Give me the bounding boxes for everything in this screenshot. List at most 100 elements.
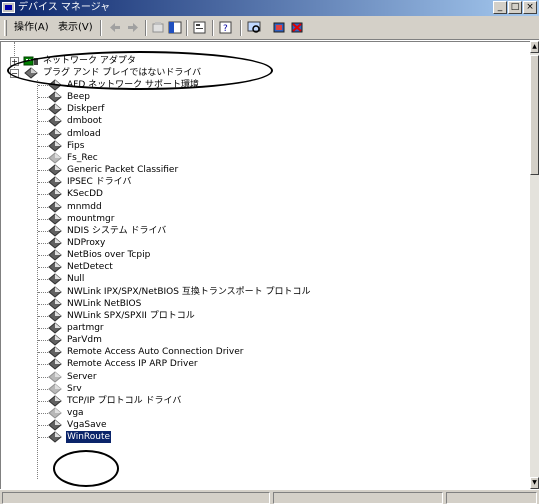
tree-driver-item[interactable]: Diskperf xyxy=(47,103,105,115)
tree-driver-item[interactable]: Remote Access Auto Connection Driver xyxy=(47,346,245,358)
tree-driver-item[interactable]: VgaSave xyxy=(47,419,107,431)
driver-icon xyxy=(48,237,62,249)
tree-driver-item[interactable]: Fs_Rec xyxy=(47,152,99,164)
driver-icon xyxy=(48,200,62,213)
status-bar xyxy=(0,489,539,504)
collapse-toggle[interactable]: − xyxy=(10,69,19,78)
tree-driver-item[interactable]: NDProxy xyxy=(47,237,106,249)
tree-driver-item[interactable]: mountmgr xyxy=(47,212,115,225)
tree-driver-item[interactable]: Generic Packet Classifier xyxy=(47,164,179,176)
tree-category-label: プラグ アンド プレイではないドライバ xyxy=(43,68,202,78)
driver-icon xyxy=(48,298,62,310)
help-icon[interactable]: ? xyxy=(219,21,233,34)
tree-driver-item[interactable]: Null xyxy=(47,273,85,286)
show-hide-tree-icon[interactable] xyxy=(168,21,182,34)
driver-icon xyxy=(48,419,62,431)
driver-label: NetBios over Tcpip xyxy=(67,250,151,261)
driver-label: Generic Packet Classifier xyxy=(67,165,179,176)
close-button[interactable]: × xyxy=(523,1,537,14)
scroll-down-button[interactable]: ▼ xyxy=(530,477,539,489)
tree-driver-item[interactable]: Beep xyxy=(47,91,91,103)
driver-icon xyxy=(48,103,62,115)
toolbar-grip[interactable] xyxy=(4,20,7,36)
network-adapter-icon xyxy=(23,56,38,66)
annotation-circle-winroute xyxy=(53,450,119,487)
driver-icon xyxy=(48,127,62,140)
scan-hardware-icon[interactable] xyxy=(247,21,261,34)
tree-category-nonpnp[interactable]: プラグ アンド プレイではないドライバ xyxy=(23,67,202,79)
tree-driver-item[interactable]: Fips xyxy=(47,140,85,152)
driver-icon xyxy=(48,91,62,103)
tree-driver-item[interactable]: NWLink NetBIOS xyxy=(47,298,142,310)
tree-driver-item[interactable]: NetBios over Tcpip xyxy=(47,249,151,261)
tree-driver-item[interactable]: IPSEC ドライバ xyxy=(47,176,132,188)
menu-view[interactable]: 表示(V) xyxy=(58,21,93,35)
driver-label: dmload xyxy=(67,128,101,139)
tree-driver-item[interactable]: vga xyxy=(47,407,85,419)
driver-label: NetDetect xyxy=(67,262,113,273)
driver-icon xyxy=(48,79,62,91)
scroll-thumb[interactable] xyxy=(530,55,539,175)
tree-driver-item[interactable]: ParVdm xyxy=(47,334,103,346)
tree-driver-item[interactable]: NWLink IPX/SPX/NetBIOS 互換トランスポート プロトコル xyxy=(47,285,312,298)
toolbar: 操作(A) 表示(V) ? xyxy=(0,16,539,40)
driver-icon xyxy=(48,358,62,371)
uninstall-icon[interactable] xyxy=(290,21,304,34)
driver-icon xyxy=(48,140,62,152)
tree-driver-item[interactable]: Remote Access IP ARP Driver xyxy=(47,358,199,371)
driver-label: Fips xyxy=(67,140,85,151)
window-title: デバイス マネージャ xyxy=(18,2,111,13)
tree-driver-item[interactable]: TCP/IP プロトコル ドライバ xyxy=(47,395,182,407)
driver-label: ParVdm xyxy=(67,335,102,346)
tree-driver-item[interactable]: Server xyxy=(47,370,98,383)
properties-icon[interactable] xyxy=(193,21,207,34)
driver-icon xyxy=(48,322,62,334)
driver-label: Null xyxy=(67,274,85,285)
tree-driver-item[interactable]: partmgr xyxy=(47,322,105,334)
driver-icon xyxy=(48,334,62,346)
driver-label: Beep xyxy=(67,92,90,103)
driver-icon xyxy=(48,188,62,200)
driver-label: mnmdd xyxy=(67,201,102,212)
status-pane xyxy=(273,492,443,504)
toolbar-separator xyxy=(145,20,147,36)
tree-driver-item[interactable]: mnmdd xyxy=(47,200,103,213)
status-pane xyxy=(446,492,537,504)
scroll-up-button[interactable]: ▲ xyxy=(530,41,539,53)
up-level-icon[interactable] xyxy=(151,21,165,34)
toolbar-separator xyxy=(100,20,102,36)
driver-icon xyxy=(48,225,62,237)
driver-category-icon xyxy=(24,67,38,79)
back-icon[interactable] xyxy=(108,21,122,34)
tree-driver-item[interactable]: WinRoute xyxy=(47,431,112,444)
forward-icon[interactable] xyxy=(126,21,140,34)
driver-label: NDIS システム ドライバ xyxy=(67,225,167,236)
tree-driver-item[interactable]: NDIS システム ドライバ xyxy=(47,225,167,237)
tree-driver-item[interactable]: dmboot xyxy=(47,115,103,128)
tree-driver-item[interactable]: NetDetect xyxy=(47,261,114,273)
tree-driver-item[interactable]: NWLink SPX/SPXII プロトコル xyxy=(47,310,196,322)
menu-action[interactable]: 操作(A) xyxy=(14,21,49,35)
update-driver-icon[interactable] xyxy=(272,21,286,34)
driver-label: NWLink SPX/SPXII プロトコル xyxy=(67,310,195,321)
tree-driver-item[interactable]: AFD ネットワーク サポート環境 xyxy=(47,79,200,91)
expand-toggle[interactable]: + xyxy=(10,57,19,66)
driver-label: NWLink NetBIOS xyxy=(67,298,142,309)
tree-category-network[interactable]: ネットワーク アダプタ xyxy=(23,55,137,67)
driver-label: NDProxy xyxy=(67,237,106,248)
title-bar[interactable]: デバイス マネージャ _ □ × xyxy=(0,0,539,16)
svg-text:?: ? xyxy=(223,24,228,34)
driver-label: TCP/IP プロトコル ドライバ xyxy=(67,395,182,406)
toolbar-separator xyxy=(186,20,188,36)
minimize-button[interactable]: _ xyxy=(493,1,507,14)
tree-driver-item[interactable]: KSecDD xyxy=(47,188,104,200)
driver-icon xyxy=(48,285,62,298)
device-tree[interactable]: + ネットワーク アダプタ − プラグ アンド プレイではないドライバ AFD … xyxy=(0,41,530,489)
tree-driver-item[interactable]: Srv xyxy=(47,383,83,395)
driver-label: Diskperf xyxy=(67,104,105,115)
vertical-scrollbar[interactable]: ▲ ▼ xyxy=(530,41,539,489)
tree-driver-item[interactable]: dmload xyxy=(47,127,102,140)
driver-icon xyxy=(48,176,62,188)
maximize-button[interactable]: □ xyxy=(508,1,522,14)
device-manager-icon xyxy=(2,2,15,13)
